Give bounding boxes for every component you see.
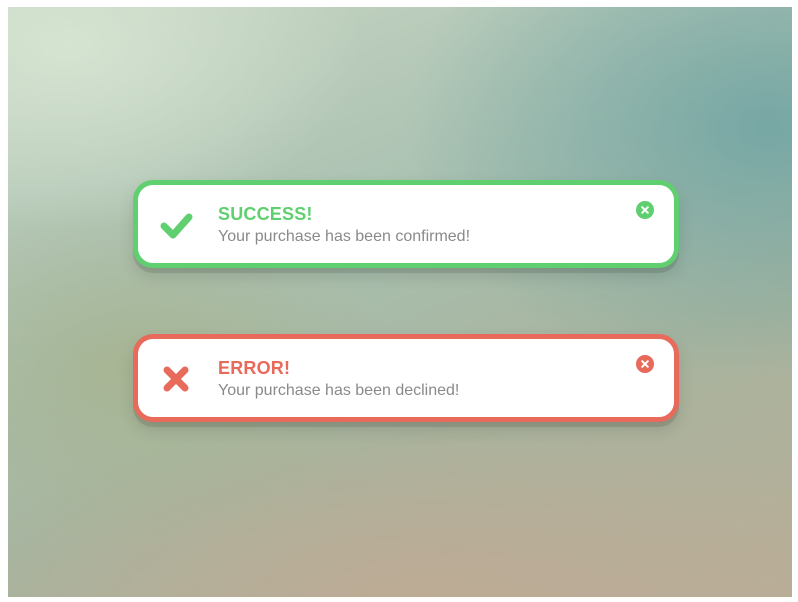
success-title: SUCCESS!	[218, 204, 313, 224]
success-text: SUCCESS! Your purchase has been confirme…	[218, 203, 614, 247]
error-notification: ERROR! Your purchase has been declined!	[133, 334, 679, 422]
close-icon[interactable]	[636, 201, 654, 219]
error-text: ERROR! Your purchase has been declined!	[218, 357, 614, 401]
cross-icon	[156, 361, 196, 397]
error-message: Your purchase has been declined!	[218, 382, 460, 399]
success-notification: SUCCESS! Your purchase has been confirme…	[133, 180, 679, 268]
checkmark-icon	[156, 207, 196, 243]
success-message: Your purchase has been confirmed!	[218, 228, 471, 245]
background-frame: SUCCESS! Your purchase has been confirme…	[8, 7, 792, 597]
close-icon[interactable]	[636, 355, 654, 373]
error-title: ERROR!	[218, 358, 291, 378]
